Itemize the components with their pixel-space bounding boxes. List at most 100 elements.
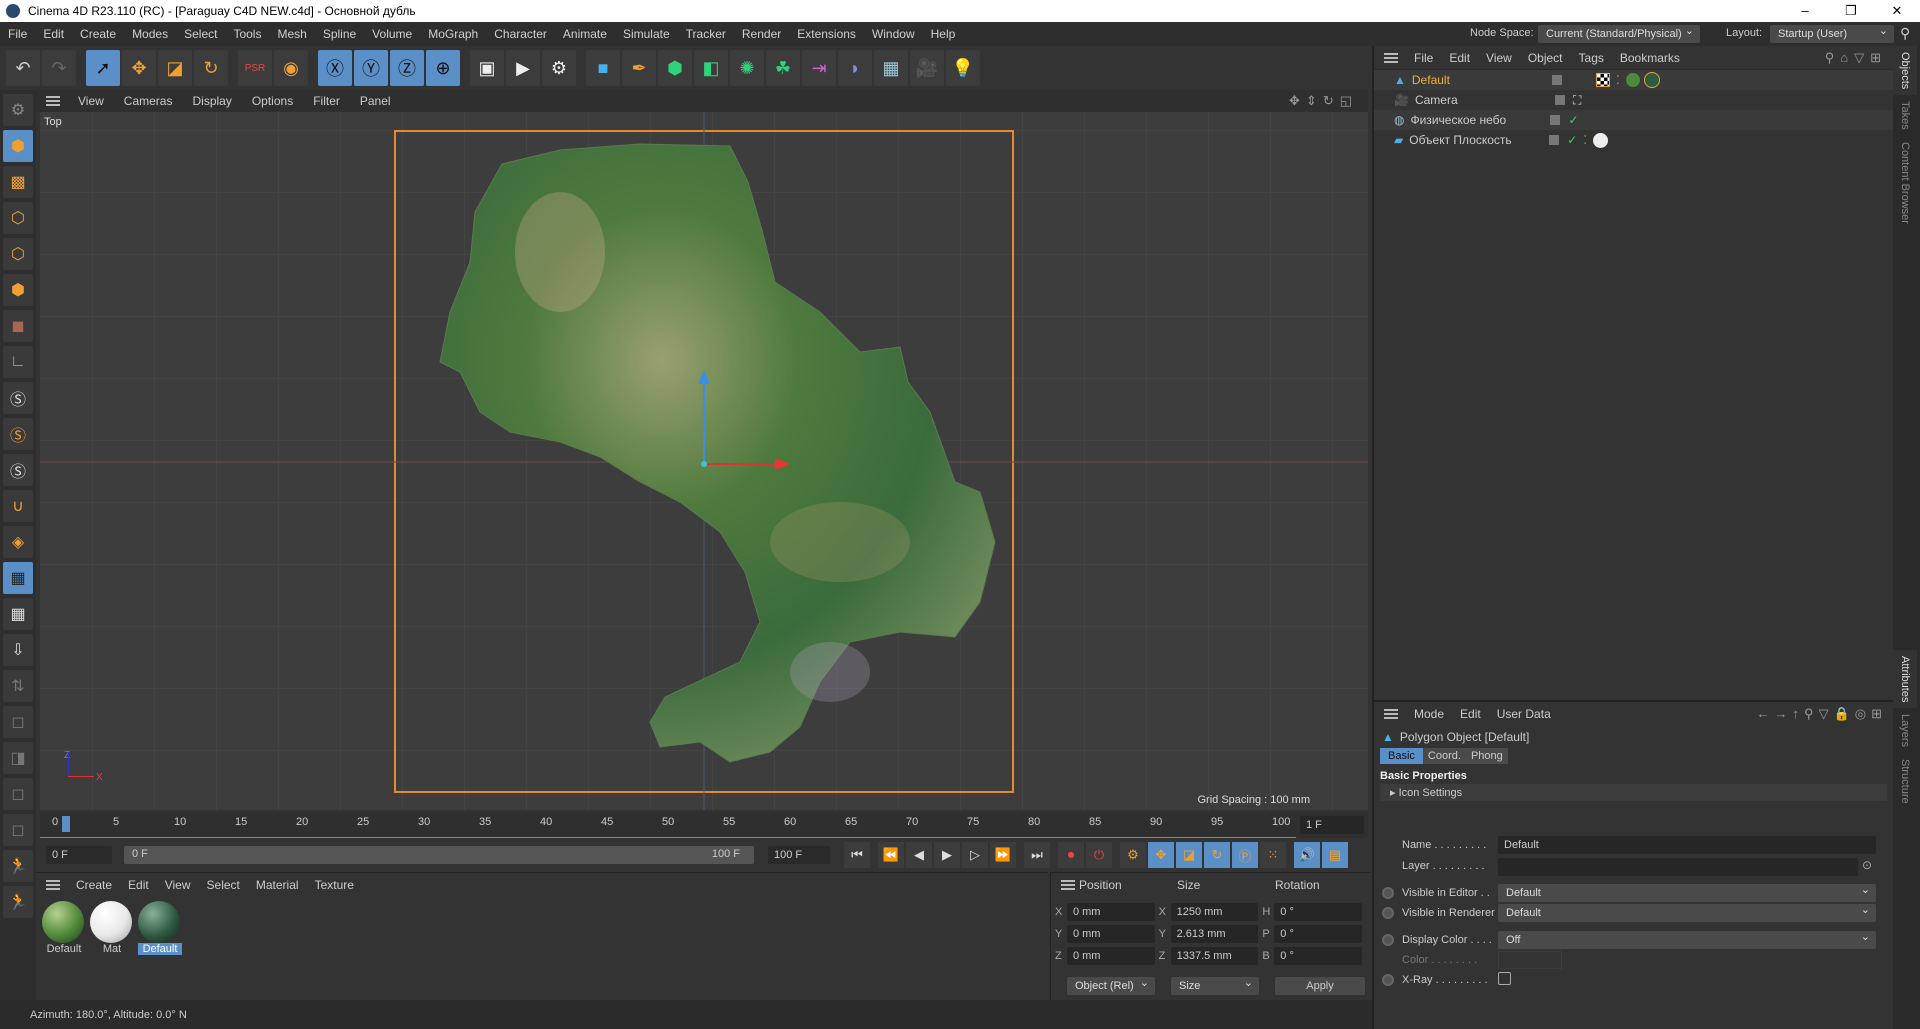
playhead[interactable]	[62, 816, 70, 832]
key-parameter-icon[interactable]: Ⓟ	[1232, 842, 1258, 868]
material-menu-view[interactable]: View	[157, 878, 199, 892]
rotation-field[interactable]: 0 °	[1274, 925, 1362, 943]
key-rotation-icon[interactable]: ↻	[1204, 842, 1230, 868]
coord-menu-icon[interactable]	[1061, 880, 1075, 890]
layer-toggle-icon[interactable]	[1550, 115, 1561, 125]
position-field[interactable]: 0 mm	[1066, 925, 1155, 943]
side-tab-attributes[interactable]: Attributes	[1893, 649, 1917, 709]
attr-menu-user-data[interactable]: User Data	[1489, 707, 1559, 721]
hamburger-menu-icon[interactable]	[46, 96, 60, 106]
menu-character[interactable]: Character	[486, 27, 555, 41]
minimize-button[interactable]: –	[1782, 0, 1828, 22]
size-field[interactable]: 1337.5 mm	[1170, 947, 1259, 965]
layer-toggle-icon[interactable]	[1554, 95, 1565, 105]
go-to-end-icon[interactable]: ⏭	[1024, 842, 1050, 868]
camera-target-tag-icon[interactable]: ⛶	[1573, 93, 1581, 108]
menu-edit[interactable]: Edit	[35, 27, 72, 41]
object-manager-tool-icons[interactable]: ⚲⌂▽⊞	[1825, 50, 1887, 66]
menu-animate[interactable]: Animate	[555, 27, 615, 41]
character-run-icon[interactable]: 🏃	[3, 850, 33, 882]
name-input[interactable]: Default	[1498, 836, 1876, 854]
menu-select[interactable]: Select	[176, 27, 225, 41]
autokey-icon[interactable]: ⏻	[1086, 842, 1112, 868]
timeline-window-icon[interactable]: ▤	[1322, 842, 1348, 868]
apply-button[interactable]: Apply	[1275, 977, 1365, 995]
mograph-cloner-icon[interactable]: ☘	[766, 50, 800, 86]
object-row-camera[interactable]: 🎥 Camera ⛶	[1374, 90, 1893, 110]
menu-tools[interactable]: Tools	[225, 27, 269, 41]
rotation-field[interactable]: 0 °	[1274, 947, 1362, 965]
viewport-menu-view[interactable]: View	[68, 94, 114, 108]
floor-snap-icon[interactable]: ⇩	[3, 634, 33, 666]
material-swatch-selected[interactable]: Default	[138, 901, 182, 955]
model-mode-icon[interactable]: ⬢	[3, 130, 33, 162]
menu-mograph[interactable]: MoGraph	[420, 27, 486, 41]
viewport-menu-filter[interactable]: Filter	[303, 94, 350, 108]
floor-icon[interactable]: ▦	[874, 50, 908, 86]
menu-mesh[interactable]: Mesh	[269, 27, 314, 41]
disabled-tool-icon[interactable]: ◻	[3, 706, 33, 738]
deformer-icon[interactable]: ⇥	[802, 50, 836, 86]
object-menu-bookmarks[interactable]: Bookmarks	[1612, 51, 1688, 65]
next-frame-icon[interactable]: ▷	[962, 842, 988, 868]
timeline-ruler[interactable]: 0 5 10 15 20 25 30 35 40 45 50 55 60 65 70 75 80 85 90 95 10…	[40, 812, 1368, 838]
viewport-menu-panel[interactable]: Panel	[350, 94, 401, 108]
material-tag-selected-icon[interactable]	[1643, 72, 1660, 88]
tab-coord[interactable]: Coord.	[1422, 748, 1466, 764]
close-button[interactable]: ✕	[1874, 0, 1920, 22]
layout-dropdown[interactable]: Startup (User)	[1770, 22, 1894, 43]
side-tab-structure[interactable]: Structure	[1893, 753, 1917, 810]
sound-icon[interactable]: 🔊	[1294, 842, 1320, 868]
enabled-check-icon[interactable]: ✓	[1568, 113, 1578, 127]
menu-create[interactable]: Create	[72, 27, 124, 41]
locked-workplane-icon[interactable]: ▦	[3, 598, 33, 630]
scale-tool-icon[interactable]: ◪	[158, 50, 192, 86]
snap-settings-icon[interactable]: Ⓢ	[3, 418, 33, 450]
menu-tracker[interactable]: Tracker	[678, 27, 734, 41]
side-tab-takes[interactable]: Takes	[1893, 95, 1917, 136]
keyframe-selection-icon[interactable]: ⚙	[1120, 842, 1146, 868]
phong-tag-icon[interactable]: ⁚	[1616, 73, 1620, 87]
attribute-nav-icons[interactable]: ←→↑⚲▽🔒◎⊞	[1757, 706, 1887, 722]
enabled-check-icon[interactable]: ✓	[1567, 133, 1577, 147]
disabled-tool-3-icon[interactable]: ◻	[3, 778, 33, 810]
go-to-start-icon[interactable]: ⏮	[844, 842, 870, 868]
material-tag-icon[interactable]	[1625, 73, 1640, 87]
end-frame-field[interactable]: 100 F	[768, 846, 830, 864]
size-field[interactable]: 2.613 mm	[1170, 925, 1259, 943]
object-menu-view[interactable]: View	[1478, 51, 1520, 65]
previous-frame-icon[interactable]: ◀	[906, 842, 932, 868]
disabled-tool-4-icon[interactable]: ◻	[3, 814, 33, 846]
material-swatch[interactable]: Mat	[90, 901, 134, 955]
size-mode-dropdown[interactable]: Size	[1171, 974, 1259, 995]
grid-icon[interactable]: ▦	[3, 562, 33, 594]
rotate-tool-icon[interactable]: ↻	[194, 50, 228, 86]
play-icon[interactable]: ▶	[934, 842, 960, 868]
polygons-mode-icon[interactable]: ⬢	[3, 274, 33, 306]
key-position-icon[interactable]: ✥	[1148, 842, 1174, 868]
paraguay-plane-object[interactable]	[40, 112, 1368, 810]
disabled-tool-2-icon[interactable]: ◨	[3, 742, 33, 774]
menu-file[interactable]: File	[0, 27, 35, 41]
menu-help[interactable]: Help	[923, 27, 964, 41]
next-key-icon[interactable]: ⏩	[990, 842, 1016, 868]
material-menu-create[interactable]: Create	[68, 878, 120, 892]
object-menu-icon[interactable]	[1384, 52, 1398, 63]
world-coordinates-icon[interactable]: ⊕	[426, 50, 460, 86]
material-swatch[interactable]: Default	[42, 901, 86, 955]
current-frame-field[interactable]: 1 F	[1300, 816, 1364, 834]
snap-toggle-icon[interactable]: Ⓢ	[3, 454, 33, 486]
snap-icon[interactable]: Ⓢ	[3, 382, 33, 414]
camera-icon[interactable]: 🎥	[910, 50, 944, 86]
attr-menu-mode[interactable]: Mode	[1406, 707, 1452, 721]
menu-spline[interactable]: Spline	[315, 27, 364, 41]
make-editable-icon[interactable]: ⚙	[3, 94, 33, 126]
position-field[interactable]: 0 mm	[1066, 947, 1155, 965]
search-icon[interactable]: ⚲	[1900, 25, 1910, 42]
subdivision-icon[interactable]: ⬢	[658, 50, 692, 86]
menu-volume[interactable]: Volume	[364, 27, 420, 41]
key-scale-icon[interactable]: ◪	[1176, 842, 1202, 868]
x-axis-lock-icon[interactable]: Ⓧ	[318, 50, 352, 86]
visible-renderer-anim-icon[interactable]	[1382, 907, 1394, 919]
object-row-plane[interactable]: ▰ Объект Плоскость ✓ ⁚	[1374, 130, 1893, 150]
